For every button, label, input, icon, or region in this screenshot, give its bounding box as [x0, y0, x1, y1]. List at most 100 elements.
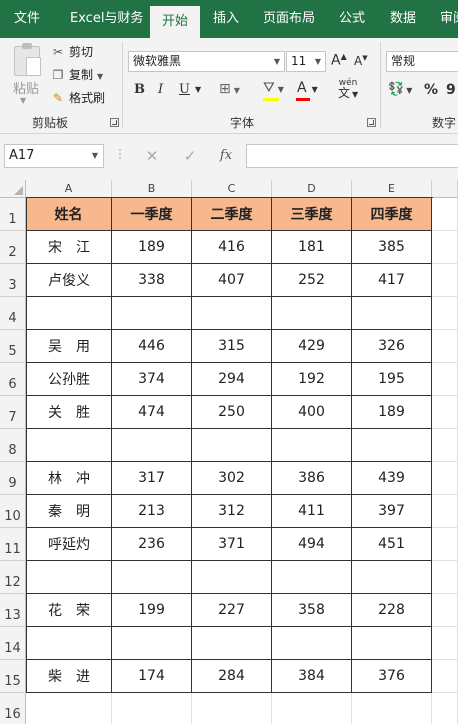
- grid-cell[interactable]: [432, 363, 458, 396]
- copy-button[interactable]: ❐ 复制 ▼: [50, 65, 104, 85]
- chevron-down-icon[interactable]: ▼: [195, 85, 201, 94]
- name-cell[interactable]: 关 胜: [26, 396, 112, 429]
- value-cell[interactable]: [192, 297, 272, 330]
- fill-color-button[interactable]: ⛛ ▼: [263, 80, 284, 96]
- enter-button[interactable]: ✓: [180, 144, 200, 168]
- row-header-16[interactable]: 16: [0, 693, 26, 724]
- value-cell[interactable]: 411: [272, 495, 352, 528]
- row-header-10[interactable]: 10: [0, 495, 26, 528]
- grid-cell[interactable]: [192, 693, 272, 724]
- value-cell[interactable]: 252: [272, 264, 352, 297]
- grid-cell[interactable]: [272, 693, 352, 724]
- bold-button[interactable]: B: [134, 82, 145, 97]
- row-header-12[interactable]: 12: [0, 561, 26, 594]
- name-cell[interactable]: 柴 进: [26, 660, 112, 693]
- grid-cell[interactable]: [432, 462, 458, 495]
- value-cell[interactable]: [352, 561, 432, 594]
- value-cell[interactable]: 397: [352, 495, 432, 528]
- tab-formulas[interactable]: 公式: [339, 0, 365, 38]
- value-cell[interactable]: 439: [352, 462, 432, 495]
- increase-font-size-button[interactable]: A▲: [331, 52, 347, 69]
- value-cell[interactable]: [192, 561, 272, 594]
- select-all-button[interactable]: [0, 180, 26, 198]
- value-cell[interactable]: 192: [272, 363, 352, 396]
- value-cell[interactable]: 189: [352, 396, 432, 429]
- name-cell[interactable]: [26, 429, 112, 462]
- font-color-button[interactable]: A ▼: [297, 80, 318, 96]
- value-cell[interactable]: 250: [192, 396, 272, 429]
- name-cell[interactable]: 宋 江: [26, 231, 112, 264]
- value-cell[interactable]: 384: [272, 660, 352, 693]
- value-cell[interactable]: 284: [192, 660, 272, 693]
- row-header-9[interactable]: 9: [0, 462, 26, 495]
- tab-data[interactable]: 数据: [390, 0, 416, 38]
- row-header-8[interactable]: 8: [0, 429, 26, 462]
- value-cell[interactable]: [272, 297, 352, 330]
- accounting-format-button[interactable]: 💱 ▼: [388, 82, 412, 97]
- value-cell[interactable]: 494: [272, 528, 352, 561]
- table-header-cell[interactable]: 一季度: [112, 198, 192, 231]
- row-header-14[interactable]: 14: [0, 627, 26, 660]
- format-painter-button[interactable]: ✎ 格式刷: [50, 88, 105, 108]
- row-header-2[interactable]: 2: [0, 231, 26, 264]
- grid-cell[interactable]: [432, 561, 458, 594]
- cancel-button[interactable]: ✕: [142, 144, 162, 168]
- row-header-3[interactable]: 3: [0, 264, 26, 297]
- value-cell[interactable]: [112, 297, 192, 330]
- row-header-6[interactable]: 6: [0, 363, 26, 396]
- table-header-cell[interactable]: 姓名: [26, 198, 112, 231]
- value-cell[interactable]: [192, 429, 272, 462]
- value-cell[interactable]: 174: [112, 660, 192, 693]
- grid-cell[interactable]: [432, 594, 458, 627]
- value-cell[interactable]: 326: [352, 330, 432, 363]
- value-cell[interactable]: 386: [272, 462, 352, 495]
- name-cell[interactable]: 公孙胜: [26, 363, 112, 396]
- cut-button[interactable]: ✂ 剪切: [50, 42, 93, 62]
- formula-input[interactable]: [246, 144, 458, 168]
- value-cell[interactable]: 474: [112, 396, 192, 429]
- italic-button[interactable]: I: [158, 82, 163, 97]
- grid-cell[interactable]: [432, 429, 458, 462]
- value-cell[interactable]: 317: [112, 462, 192, 495]
- grid-cell[interactable]: [352, 693, 432, 724]
- value-cell[interactable]: 189: [112, 231, 192, 264]
- name-box[interactable]: A17 ▼: [4, 144, 104, 168]
- grid-cell[interactable]: [432, 297, 458, 330]
- table-header-cell[interactable]: 三季度: [272, 198, 352, 231]
- name-cell[interactable]: [26, 561, 112, 594]
- value-cell[interactable]: [352, 627, 432, 660]
- table-header-cell[interactable]: 四季度: [352, 198, 432, 231]
- grid-cell[interactable]: [432, 198, 458, 231]
- tab-insert[interactable]: 插入: [213, 0, 239, 38]
- grid-cell[interactable]: [432, 495, 458, 528]
- font-name-select[interactable]: 微软雅黑 ▼: [128, 51, 285, 72]
- grid-cell[interactable]: [432, 231, 458, 264]
- tab-excel-finance[interactable]: Excel与财务: [70, 0, 143, 38]
- name-cell[interactable]: 花 荣: [26, 594, 112, 627]
- value-cell[interactable]: 417: [352, 264, 432, 297]
- clipboard-dialog-launcher[interactable]: [110, 118, 119, 127]
- name-cell[interactable]: 林 冲: [26, 462, 112, 495]
- value-cell[interactable]: 312: [192, 495, 272, 528]
- font-dialog-launcher[interactable]: [367, 118, 376, 127]
- name-cell[interactable]: 卢俊义: [26, 264, 112, 297]
- row-header-11[interactable]: 11: [0, 528, 26, 561]
- value-cell[interactable]: 236: [112, 528, 192, 561]
- value-cell[interactable]: 374: [112, 363, 192, 396]
- column-header-c[interactable]: C: [192, 180, 272, 198]
- grid-cell[interactable]: [432, 528, 458, 561]
- grid-cell[interactable]: [432, 264, 458, 297]
- row-header-4[interactable]: 4: [0, 297, 26, 330]
- value-cell[interactable]: [112, 561, 192, 594]
- value-cell[interactable]: [352, 297, 432, 330]
- grid-cell[interactable]: [432, 693, 458, 724]
- row-header-15[interactable]: 15: [0, 660, 26, 693]
- borders-button[interactable]: ⊞ ▼: [219, 81, 240, 97]
- name-cell[interactable]: [26, 627, 112, 660]
- grid-cell[interactable]: [432, 627, 458, 660]
- grid-cell[interactable]: [26, 693, 112, 724]
- value-cell[interactable]: 228: [352, 594, 432, 627]
- table-header-cell[interactable]: 二季度: [192, 198, 272, 231]
- tab-review[interactable]: 审阅: [440, 0, 458, 38]
- name-cell[interactable]: 吴 用: [26, 330, 112, 363]
